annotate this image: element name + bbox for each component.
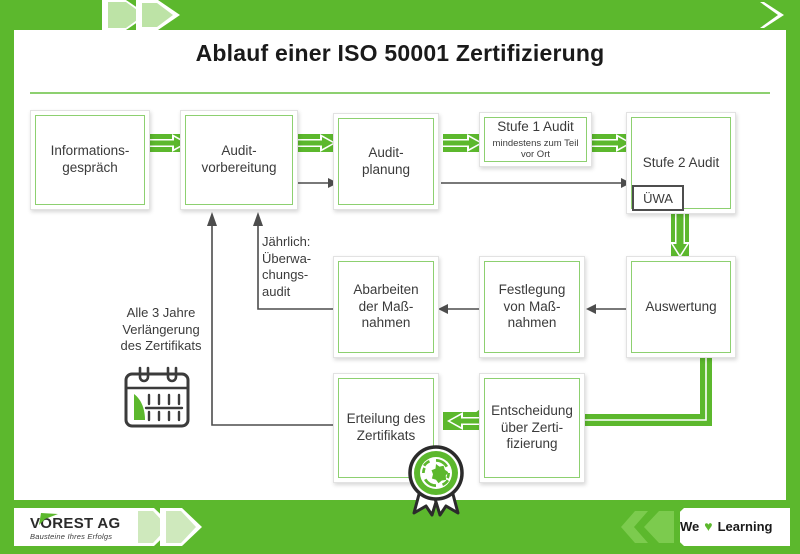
annotation-jaehrlich-ueberwachungsaudit: Jährlich: Überwa- chungs- audit (262, 234, 312, 299)
node-auswertung-label: Auswertung (645, 298, 717, 314)
node-informationsgespraech-inner: Informations- gespräch (35, 115, 145, 205)
node-erteilung-zertifikat-label: Erteilung des Zertifikats (346, 411, 426, 443)
node-abarbeiten-massnahmen-label: Abarbeiten der Maß- nahmen (353, 281, 419, 331)
node-stufe-1-audit[interactable]: Stufe 1 Audit mindestens zum Teil vor Or… (479, 112, 592, 167)
node-abarbeiten-massnahmen[interactable]: Abarbeiten der Maß- nahmen (333, 256, 439, 358)
node-entscheidung-zertifizierung-inner: Entscheidung über Zerti- fizierung (484, 378, 580, 478)
node-stufe-2-audit-label: Stufe 2 Audit (642, 154, 720, 170)
certificate-seal-icon (398, 443, 474, 517)
vorest-tagline: Bausteine Ihres Erfolgs (30, 532, 113, 541)
node-festlegung-massnahmen-inner: Festlegung von Maß- nahmen (484, 261, 580, 353)
title-divider (30, 92, 770, 94)
node-stufe-1-audit-sublabel: mindestens zum Teil vor Ort (492, 137, 579, 160)
node-festlegung-massnahmen-label: Festlegung von Maß- nahmen (498, 281, 566, 331)
node-stufe-1-audit-label: Stufe 1 Audit (497, 118, 574, 134)
arrow-planung-to-stufe2 (441, 176, 631, 190)
node-entscheidung-zertifizierung-label: Entscheidung über Zerti- fizierung (491, 402, 573, 452)
we-love-learning-slogan: We ♥ Learning (680, 518, 772, 534)
node-abarbeiten-massnahmen-inner: Abarbeiten der Maß- nahmen (338, 261, 434, 353)
arrow-vorbereitung-to-planung-secondary (294, 176, 338, 190)
slogan-we: We (680, 518, 700, 534)
node-auditvorbereitung-label: Audit- vorbereitung (201, 143, 277, 175)
slogan-learning: Learning (717, 518, 773, 534)
node-auswertung-inner: Auswertung (631, 261, 731, 353)
chevron-decoration-top-right (740, 0, 800, 30)
node-entscheidung-zertifizierung[interactable]: Entscheidung über Zerti- fizierung (479, 373, 585, 483)
badge-uwa[interactable]: ÜWA (632, 185, 684, 211)
node-informationsgespraech-label: Informations- gespräch (50, 143, 130, 175)
calendar-icon (118, 364, 198, 436)
arrow-stufe2-to-auswertung (664, 214, 696, 260)
frame-band-left (0, 0, 14, 554)
node-auditplanung[interactable]: Audit- planung (333, 113, 439, 210)
page-title: Ablauf einer ISO 50001 Zertifizierung (195, 40, 605, 66)
annotation-alle-3-jahre: Alle 3 Jahre Verlängerung des Zertifikat… (120, 305, 202, 354)
node-informationsgespraech[interactable]: Informations- gespräch (30, 110, 150, 210)
arrow-vorbereitung-to-planung (296, 128, 338, 158)
vorest-flag-icon (38, 512, 60, 531)
chevron-decoration-top-left (60, 0, 190, 30)
heart-icon: ♥ (704, 518, 713, 534)
node-auswertung[interactable]: Auswertung (626, 256, 736, 358)
node-auditvorbereitung[interactable]: Audit- vorbereitung (180, 110, 298, 210)
node-festlegung-massnahmen[interactable]: Festlegung von Maß- nahmen (479, 256, 585, 358)
infographic-canvas: Ablauf einer ISO 50001 Zertifizierung In… (0, 0, 800, 554)
frame-band-right (786, 0, 800, 554)
node-auditplanung-label: Audit- planung (361, 144, 411, 177)
node-auditplanung-inner: Audit- planung (338, 118, 434, 205)
node-stufe-1-audit-inner: Stufe 1 Audit mindestens zum Teil vor Or… (484, 117, 587, 162)
node-auditvorbereitung-inner: Audit- vorbereitung (185, 115, 293, 205)
